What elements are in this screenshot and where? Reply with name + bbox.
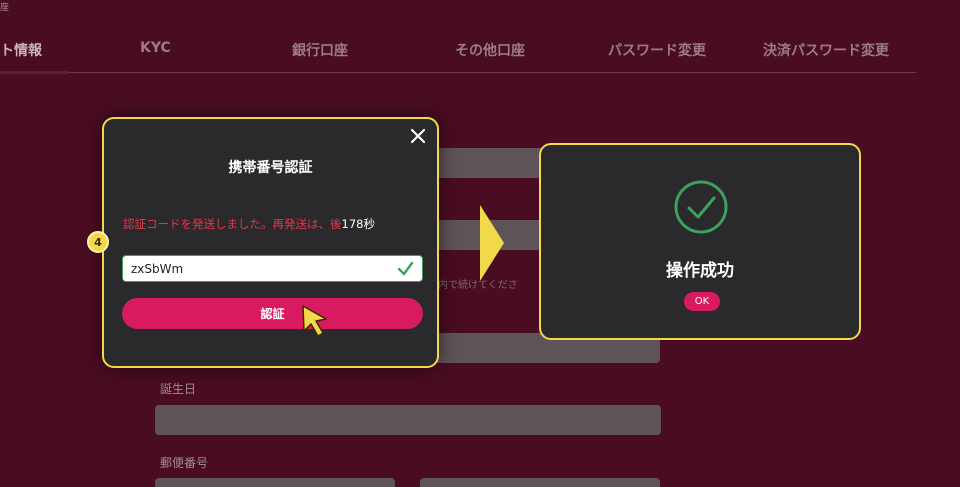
birthday-label: 誕生日 <box>160 382 197 396</box>
tab-password-change[interactable]: パスワード変更 <box>608 40 706 60</box>
phone-verification-dialog: 携帯番号認証 認証コードを発送しました。再発送は、後178秒 認証 <box>102 117 439 368</box>
success-message: 操作成功 <box>666 261 734 281</box>
step-number-badge: 4 <box>87 231 109 253</box>
tab-bar: ト情報 KYC 銀行口座 その他口座 パスワード変更 決済パスワード変更 <box>0 30 960 74</box>
verify-button[interactable]: 認証 <box>122 298 423 329</box>
resend-countdown: 178秒 <box>341 217 375 231</box>
verification-code-input[interactable] <box>122 255 423 282</box>
breadcrumb: 座 <box>0 3 10 13</box>
dialog-title: 携帯番号認証 <box>228 160 313 176</box>
tab-divider <box>70 72 916 73</box>
pointer-icon <box>302 305 327 337</box>
success-dialog: 操作成功 OK <box>539 143 861 340</box>
postal-code-label: 郵便番号 <box>160 456 209 470</box>
birthday-field <box>155 405 661 435</box>
postal-code-field <box>155 478 395 487</box>
tab-other-account[interactable]: その他口座 <box>455 40 525 60</box>
ok-button[interactable]: OK <box>684 292 720 311</box>
active-tab-indicator <box>0 71 70 74</box>
tab-bank-account[interactable]: 銀行口座 <box>292 40 348 60</box>
close-icon[interactable] <box>407 125 429 147</box>
success-check-icon <box>674 180 728 234</box>
tab-account-info[interactable]: ト情報 <box>0 40 42 60</box>
postal-code-field-2 <box>420 478 660 487</box>
tab-payment-password-change[interactable]: 決済パスワード変更 <box>763 40 889 60</box>
code-sent-message: 認証コードを発送しました。再発送は、後178秒 <box>123 217 375 231</box>
arrow-right-icon <box>480 205 504 281</box>
tab-kyc[interactable]: KYC <box>140 40 171 56</box>
check-icon <box>397 261 414 276</box>
